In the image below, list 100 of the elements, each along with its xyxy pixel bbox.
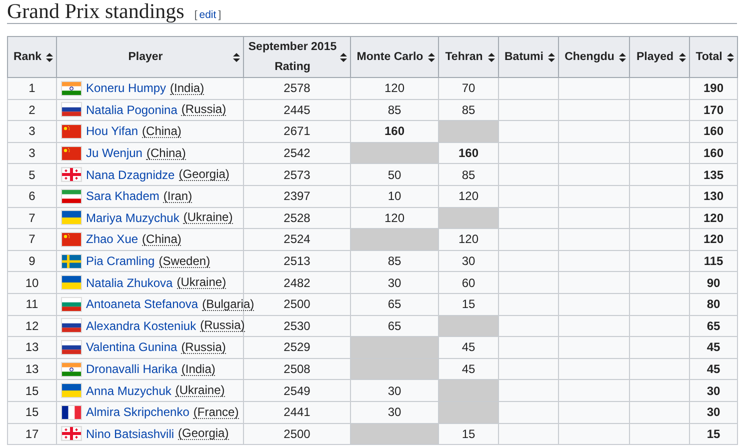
- country-label: (France): [193, 406, 239, 419]
- points-cell: 15: [438, 293, 498, 316]
- iran-flag-icon: [61, 188, 82, 204]
- sort-icon: [727, 52, 734, 62]
- india-flag-icon: [61, 80, 82, 96]
- points-cell: 30: [350, 380, 438, 402]
- points-cell: 85: [350, 99, 438, 121]
- rank-cell: 2: [8, 99, 56, 121]
- rating-cell: 2528: [244, 207, 350, 229]
- player-link[interactable]: Almira Skripchenko: [86, 405, 190, 420]
- total-cell: 45: [690, 336, 738, 358]
- player-link[interactable]: Hou Yifan: [86, 124, 138, 138]
- sort-icon: [488, 52, 495, 62]
- player-link[interactable]: Zhao Xue: [86, 232, 138, 246]
- column-header[interactable]: September 2015 Rating: [244, 36, 350, 78]
- column-header[interactable]: Player: [56, 36, 244, 78]
- total-cell: 45: [690, 358, 738, 380]
- russia-flag-icon: [61, 318, 82, 334]
- georgia-flag-icon: [61, 426, 82, 442]
- points-cell: 30: [438, 250, 498, 272]
- player-link[interactable]: Valentina Gunina: [86, 340, 178, 354]
- country-label: (Russia): [200, 319, 245, 332]
- player-link[interactable]: Mariya Muzychuk: [86, 210, 180, 225]
- country-label: (Bulgaria): [202, 298, 254, 311]
- country-label: (Ukraine): [183, 211, 233, 224]
- column-header[interactable]: Monte Carlo: [350, 36, 438, 78]
- player-link[interactable]: Nana Dzagnidze: [86, 168, 175, 182]
- total-cell: 135: [690, 164, 738, 186]
- player-link[interactable]: Ju Wenjun: [86, 146, 142, 160]
- france-flag-icon: [61, 404, 82, 420]
- rank-cell: 10: [8, 272, 56, 294]
- rating-cell: 2671: [244, 120, 350, 142]
- country-label: (Russia): [181, 340, 226, 354]
- column-header[interactable]: Rank: [8, 36, 56, 78]
- rank-cell: 1: [8, 78, 56, 100]
- sort-icon: [619, 52, 626, 62]
- country-label: (India): [170, 82, 204, 95]
- total-cell: 160: [690, 142, 738, 164]
- country-label: (China): [142, 124, 182, 138]
- russia-flag-icon: [61, 340, 82, 355]
- country-label: (Russia): [181, 103, 226, 116]
- rank-cell: 13: [8, 358, 56, 380]
- column-header[interactable]: Played: [630, 36, 690, 78]
- total-cell: 90: [690, 272, 738, 294]
- sort-icon: [548, 52, 555, 62]
- rank-cell: 9: [8, 250, 56, 272]
- ukraine-flag-icon: [61, 210, 82, 226]
- column-header[interactable]: Chengdu: [558, 36, 630, 78]
- bulgaria-flag-icon: [61, 296, 82, 312]
- player-link[interactable]: Nino Batsiashvili: [86, 426, 174, 441]
- total-cell: 15: [690, 423, 738, 445]
- player-link[interactable]: Sara Khadem: [86, 189, 160, 204]
- points-cell: 85: [438, 164, 498, 186]
- rank-cell: 13: [8, 336, 56, 358]
- total-cell: 190: [690, 78, 738, 100]
- ukraine-flag-icon: [61, 275, 82, 290]
- total-cell: 170: [690, 99, 738, 121]
- rank-cell: 15: [8, 401, 56, 423]
- points-cell: 45: [438, 336, 498, 358]
- points-cell: 85: [350, 250, 438, 272]
- georgia-flag-icon: [61, 167, 82, 182]
- player-link[interactable]: Pia Cramling: [86, 254, 155, 268]
- points-cell: 10: [350, 185, 438, 208]
- column-header[interactable]: Tehran: [438, 36, 498, 78]
- points-cell: 70: [438, 78, 498, 100]
- rating-cell: 2513: [244, 250, 350, 272]
- total-cell: 30: [690, 401, 738, 423]
- rank-cell: 5: [8, 164, 56, 186]
- rank-cell: 3: [8, 120, 56, 142]
- rank-cell: 3: [8, 142, 56, 164]
- player-link[interactable]: Natalia Pogonina: [86, 102, 178, 117]
- edit-link[interactable]: edit: [199, 9, 216, 21]
- points-cell: 65: [350, 293, 438, 316]
- rank-cell: 7: [8, 207, 56, 229]
- player-link[interactable]: Natalia Zhukova: [86, 276, 173, 290]
- column-header[interactable]: Batumi: [498, 36, 558, 78]
- rating-cell: 2397: [244, 185, 350, 208]
- rating-cell: 2530: [244, 315, 350, 337]
- total-cell: 160: [690, 120, 738, 142]
- points-cell: 15: [438, 423, 498, 445]
- points-cell: 50: [350, 164, 438, 186]
- player-link[interactable]: Dronavalli Harika: [86, 362, 178, 376]
- rating-cell: 2573: [244, 164, 350, 186]
- player-link[interactable]: Koneru Humpy: [86, 81, 166, 96]
- rating-cell: 2441: [244, 401, 350, 423]
- country-label: (China): [146, 146, 186, 160]
- column-header[interactable]: Total: [690, 36, 738, 78]
- rating-cell: 2500: [244, 423, 350, 445]
- rank-cell: 11: [8, 293, 56, 316]
- sort-icon: [340, 52, 347, 62]
- sort-icon: [233, 52, 240, 62]
- china-flag-icon: [61, 232, 82, 247]
- ukraine-flag-icon: [61, 383, 82, 398]
- country-label: (India): [181, 362, 216, 376]
- player-link[interactable]: Anna Muzychuk: [86, 384, 172, 398]
- rating-cell: 2542: [244, 142, 350, 164]
- country-label: (Sweden): [158, 254, 210, 268]
- rating-cell: 2508: [244, 358, 350, 380]
- rank-cell: 12: [8, 315, 56, 337]
- china-flag-icon: [61, 146, 82, 161]
